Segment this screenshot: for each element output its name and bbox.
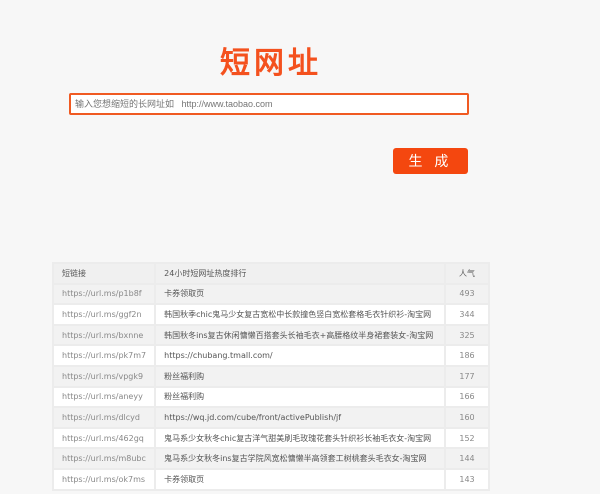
popularity: 177 bbox=[446, 366, 488, 386]
popularity: 166 bbox=[446, 387, 488, 407]
short-link[interactable]: https://url.ms/ggf2n bbox=[54, 305, 155, 324]
page-title-cell[interactable]: 粉丝福利购 bbox=[156, 387, 444, 407]
page-title-cell[interactable]: 韩国秋冬ins复古休闲慵懒百搭套头长袖毛衣+高腰格纹半身裙套装女-淘宝网 bbox=[156, 325, 444, 345]
page-title-cell[interactable]: 卡券领取页 bbox=[156, 469, 444, 489]
popularity: 186 bbox=[446, 346, 488, 365]
header-ranking: 24小时短网址热度排行 bbox=[156, 264, 444, 283]
page-title: 短网址 bbox=[220, 46, 322, 81]
page-title-cell[interactable]: 鬼马系少女秋冬ins复古学院风宽松慵懒半高领套工树桃套头毛衣女-淘宝网 bbox=[156, 449, 444, 468]
short-link[interactable]: https://url.ms/dlcyd bbox=[54, 408, 155, 427]
page-title-cell[interactable]: https://chubang.tmall.com/ bbox=[156, 346, 444, 365]
page-title-cell[interactable]: 粉丝福利购 bbox=[156, 366, 444, 386]
table-row: https://url.ms/vpgk9 粉丝福利购 177 bbox=[54, 366, 488, 386]
short-link[interactable]: https://url.ms/m8ubc bbox=[54, 449, 155, 468]
short-link[interactable]: https://url.ms/aneyy bbox=[54, 387, 155, 407]
short-link[interactable]: https://url.ms/p1b8f bbox=[54, 284, 155, 304]
short-link[interactable]: https://url.ms/pk7m7 bbox=[54, 346, 155, 365]
table-row: https://url.ms/p1b8f 卡券领取页 493 bbox=[54, 284, 488, 304]
popularity: 493 bbox=[446, 284, 488, 304]
ranking-table: 短链接 24小时短网址热度排行 人气 https://url.ms/p1b8f 卡… bbox=[52, 262, 490, 491]
short-link[interactable]: https://url.ms/bxnne bbox=[54, 325, 155, 345]
table-row: https://url.ms/ok7ms 卡券领取页 143 bbox=[54, 469, 488, 489]
table-row: https://url.ms/aneyy 粉丝福利购 166 bbox=[54, 387, 488, 407]
short-link[interactable]: https://url.ms/ok7ms bbox=[54, 469, 155, 489]
table-row: https://url.ms/bxnne 韩国秋冬ins复古休闲慵懒百搭套头长袖毛… bbox=[54, 325, 488, 345]
header-short-link: 短链接 bbox=[54, 264, 155, 283]
popularity: 160 bbox=[446, 408, 488, 427]
header-popularity: 人气 bbox=[446, 264, 488, 283]
page-title-cell[interactable]: 韩国秋季chic鬼马少女复古宽松中长款撞色竖白宽松套格毛衣针织衫-淘宝网 bbox=[156, 305, 444, 324]
page-title-cell[interactable]: 卡券领取页 bbox=[156, 284, 444, 304]
popularity: 344 bbox=[446, 305, 488, 324]
long-url-input[interactable] bbox=[69, 93, 469, 115]
popularity: 143 bbox=[446, 469, 488, 489]
generate-button[interactable]: 生 成 bbox=[393, 148, 468, 174]
popularity: 152 bbox=[446, 428, 488, 448]
short-link[interactable]: https://url.ms/462gq bbox=[54, 428, 155, 448]
popularity: 325 bbox=[446, 325, 488, 345]
table-row: https://url.ms/ggf2n 韩国秋季chic鬼马少女复古宽松中长款撞… bbox=[54, 305, 488, 324]
popularity: 144 bbox=[446, 449, 488, 468]
page-title-cell[interactable]: https://wq.jd.com/cube/front/activePubli… bbox=[156, 408, 444, 427]
table-row: https://url.ms/pk7m7 https://chubang.tmal… bbox=[54, 346, 488, 365]
short-link[interactable]: https://url.ms/vpgk9 bbox=[54, 366, 155, 386]
page-title-cell[interactable]: 鬼马系少女秋冬chic复古洋气甜美刷毛玫瑰花套头针织衫长袖毛衣女-淘宝网 bbox=[156, 428, 444, 448]
table-row: https://url.ms/dlcyd https://wq.jd.com/cu… bbox=[54, 408, 488, 427]
table-header: 短链接 24小时短网址热度排行 人气 bbox=[54, 264, 488, 283]
table-row: https://url.ms/m8ubc 鬼马系少女秋冬ins复古学院风宽松慵懒半… bbox=[54, 449, 488, 468]
table-row: https://url.ms/462gq 鬼马系少女秋冬chic复古洋气甜美刷毛玫… bbox=[54, 428, 488, 448]
